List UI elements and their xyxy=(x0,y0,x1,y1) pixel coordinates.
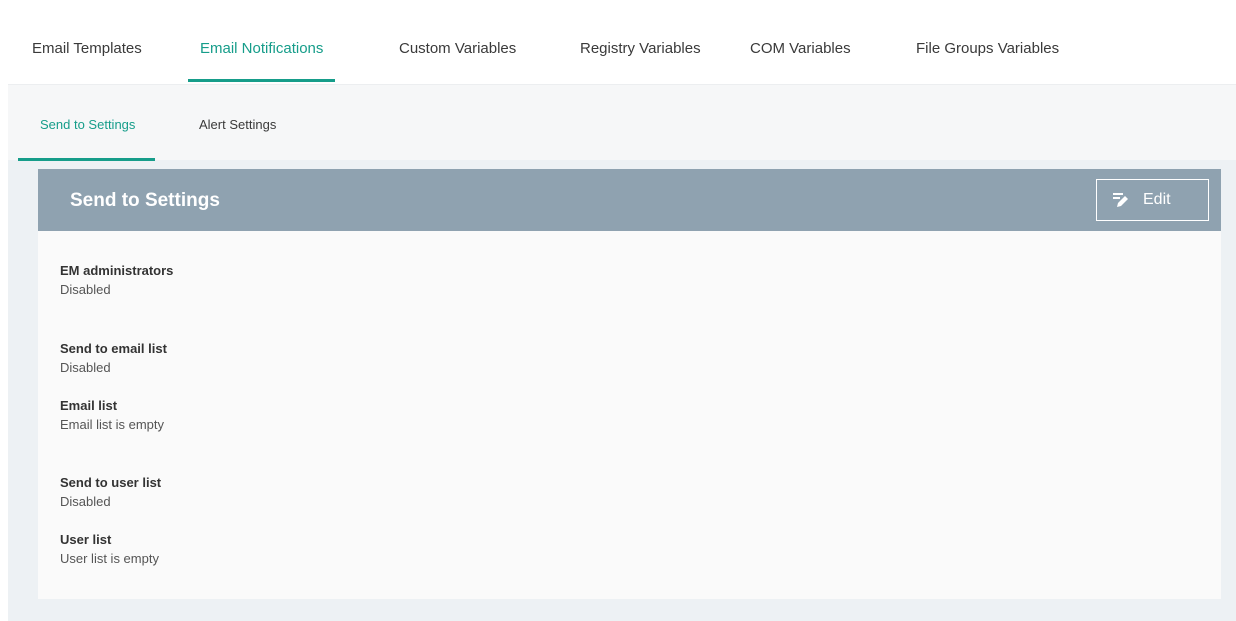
field-label: Email list xyxy=(60,398,118,413)
edit-button-label: Edit xyxy=(1143,191,1171,208)
tab-registry-variables[interactable]: Registry Variables xyxy=(580,10,701,84)
tab-file-groups-variables[interactable]: File Groups Variables xyxy=(916,10,1059,84)
panel-title: Send to Settings xyxy=(70,190,220,211)
panel-header: Send to Settings Edit xyxy=(38,169,1221,231)
edit-button[interactable]: Edit xyxy=(1096,179,1209,221)
field-label: EM administrators xyxy=(60,263,174,278)
field-label: Send to user list xyxy=(60,475,162,490)
field-user-list: User list User list is empty xyxy=(60,531,159,569)
settings-frame: Email Templates Email Notifications Cust… xyxy=(8,10,1236,621)
tab-email-templates[interactable]: Email Templates xyxy=(32,10,142,84)
subtab-send-to-settings[interactable]: Send to Settings xyxy=(17,85,156,161)
field-value: User list is empty xyxy=(60,551,159,566)
field-send-to-user-list: Send to user list Disabled xyxy=(60,474,161,512)
sub-tab-bar: Send to Settings Alert Settings xyxy=(8,84,1236,161)
subtab-alert-settings[interactable]: Alert Settings xyxy=(199,85,276,161)
field-label: Send to email list xyxy=(60,341,167,356)
field-value: Disabled xyxy=(60,360,111,375)
field-value: Email list is empty xyxy=(60,417,165,432)
send-to-settings-panel: Send to Settings Edit EM administrators … xyxy=(38,169,1221,599)
tab-com-variables[interactable]: COM Variables xyxy=(750,10,851,84)
field-label: User list xyxy=(60,532,112,547)
field-send-to-email-list: Send to email list Disabled xyxy=(60,340,167,378)
pencil-edit-icon xyxy=(1113,193,1128,207)
tab-custom-variables[interactable]: Custom Variables xyxy=(399,10,516,84)
field-email-list: Email list Email list is empty xyxy=(60,397,164,435)
field-value: Disabled xyxy=(60,282,111,297)
field-value: Disabled xyxy=(60,494,111,509)
tab-email-notifications[interactable]: Email Notifications xyxy=(187,10,336,84)
field-em-administrators: EM administrators Disabled xyxy=(60,262,173,300)
main-tab-bar: Email Templates Email Notifications Cust… xyxy=(8,10,1236,84)
